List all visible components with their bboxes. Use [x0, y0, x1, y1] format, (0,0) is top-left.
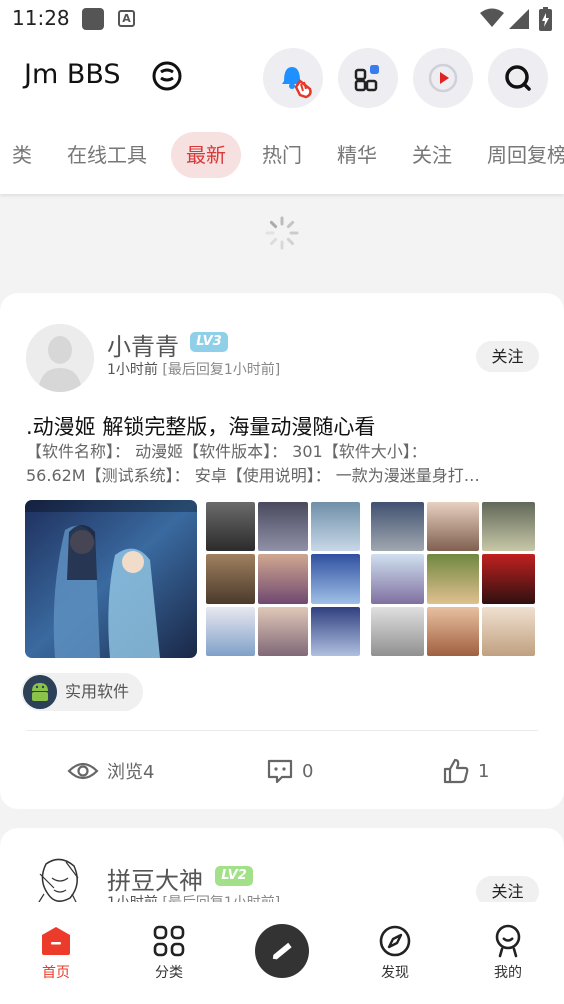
tab-weekly-reply-rank[interactable]: 周回复榜 [487, 132, 564, 178]
compose-button[interactable] [255, 924, 309, 978]
level-badge: LV3 [190, 332, 228, 352]
username[interactable]: 拼豆大神 [107, 861, 203, 896]
status-bar: 11:28 A [0, 0, 564, 38]
app-title: Jm BBS [24, 59, 121, 90]
comments-count: 0 [302, 760, 314, 782]
notification-bell-icon [282, 67, 312, 99]
username[interactable]: 小青青 [107, 327, 179, 362]
notification-button[interactable] [263, 48, 323, 108]
category-tag[interactable]: 实用软件 [21, 673, 144, 711]
keyboard-a-icon: A [118, 10, 135, 27]
post-image[interactable] [25, 500, 197, 658]
views-stat[interactable]: 浏览4 [67, 757, 154, 785]
post-summary[interactable]: 【软件名称】： 动漫姬【软件版本】： 301【软件大小】： 56.62M【测试系… [26, 440, 536, 488]
nav-discover-label: 发现 [381, 965, 409, 981]
views-count: 浏览4 [107, 762, 155, 783]
anime-cover-grid [204, 500, 362, 658]
bottom-navigation: 首页 分类 发现 我的 [0, 902, 564, 1004]
comments-stat[interactable]: 0 [266, 757, 313, 785]
tab-category[interactable]: 类 [12, 132, 32, 178]
compass-icon [379, 925, 411, 957]
likes-stat[interactable]: 1 [442, 757, 489, 785]
nav-home-label: 首页 [42, 965, 70, 981]
video-play-icon [428, 63, 458, 93]
thumbs-up-icon [443, 758, 469, 784]
comment-icon [267, 759, 293, 784]
apps-grid-icon [354, 65, 379, 92]
wifi-icon [480, 8, 504, 27]
tab-online-tools[interactable]: 在线工具 [67, 132, 147, 178]
post-title[interactable]: .动漫姬 解锁完整版，海量动漫随心看 [26, 411, 375, 441]
tab-latest[interactable]: 最新 [171, 132, 241, 178]
post-image[interactable] [369, 500, 537, 658]
notification-app-icon [82, 8, 104, 30]
post-image[interactable] [204, 500, 362, 658]
app-header: Jm BBS [0, 38, 564, 116]
nav-category[interactable]: 分类 [129, 924, 209, 982]
signal-icon [509, 9, 529, 29]
nav-home[interactable]: 首页 [16, 924, 96, 982]
nav-discover[interactable]: 发现 [355, 924, 435, 982]
post-meta: 1小时前 [最后回复1小时前] [107, 359, 280, 379]
post-time: 1小时前 [107, 362, 158, 378]
forum-logo-icon [152, 61, 182, 91]
anime-cover-grid [369, 500, 537, 658]
android-icon [23, 675, 57, 709]
nav-category-label: 分类 [155, 965, 183, 981]
battery-charging-icon [539, 7, 552, 31]
apps-button[interactable] [338, 48, 398, 108]
category-label: 实用软件 [65, 682, 130, 701]
likes-count: 1 [478, 760, 490, 782]
pen-icon [272, 942, 292, 960]
search-icon [505, 65, 531, 91]
profile-icon [495, 924, 521, 958]
status-time: 11:28 [12, 6, 70, 30]
loading-spinner-icon [265, 216, 299, 250]
nav-mine-label: 我的 [494, 965, 522, 981]
divider [26, 730, 538, 731]
video-button[interactable] [413, 48, 473, 108]
category-tabs: 类 在线工具 最新 热门 精华 关注 周回复榜 [0, 116, 564, 194]
tab-featured[interactable]: 精华 [337, 132, 377, 178]
anime-scene-image [25, 500, 197, 658]
home-icon [42, 927, 70, 955]
eye-icon [67, 762, 99, 780]
nav-mine[interactable]: 我的 [468, 924, 548, 982]
tab-following[interactable]: 关注 [412, 132, 452, 178]
post-card[interactable]: 小青青 LV3 1小时前 [最后回复1小时前] 关注 .动漫姬 解锁完整版，海量… [0, 293, 564, 809]
level-badge: LV2 [215, 866, 253, 886]
avatar[interactable] [26, 324, 94, 392]
last-reply-time: [最后回复1小时前] [162, 362, 281, 378]
follow-button[interactable]: 关注 [476, 341, 539, 372]
default-avatar-icon [26, 324, 94, 392]
post-summary-line: 【软件名称】： 动漫姬【软件版本】： 301【软件大小】： [26, 442, 427, 461]
search-button[interactable] [488, 48, 548, 108]
tab-hot[interactable]: 热门 [262, 132, 302, 178]
grid-icon [153, 925, 185, 957]
post-summary-line: 56.62M【测试系统】： 安卓【使用说明】： 一款为漫迷量身打… [26, 466, 480, 485]
